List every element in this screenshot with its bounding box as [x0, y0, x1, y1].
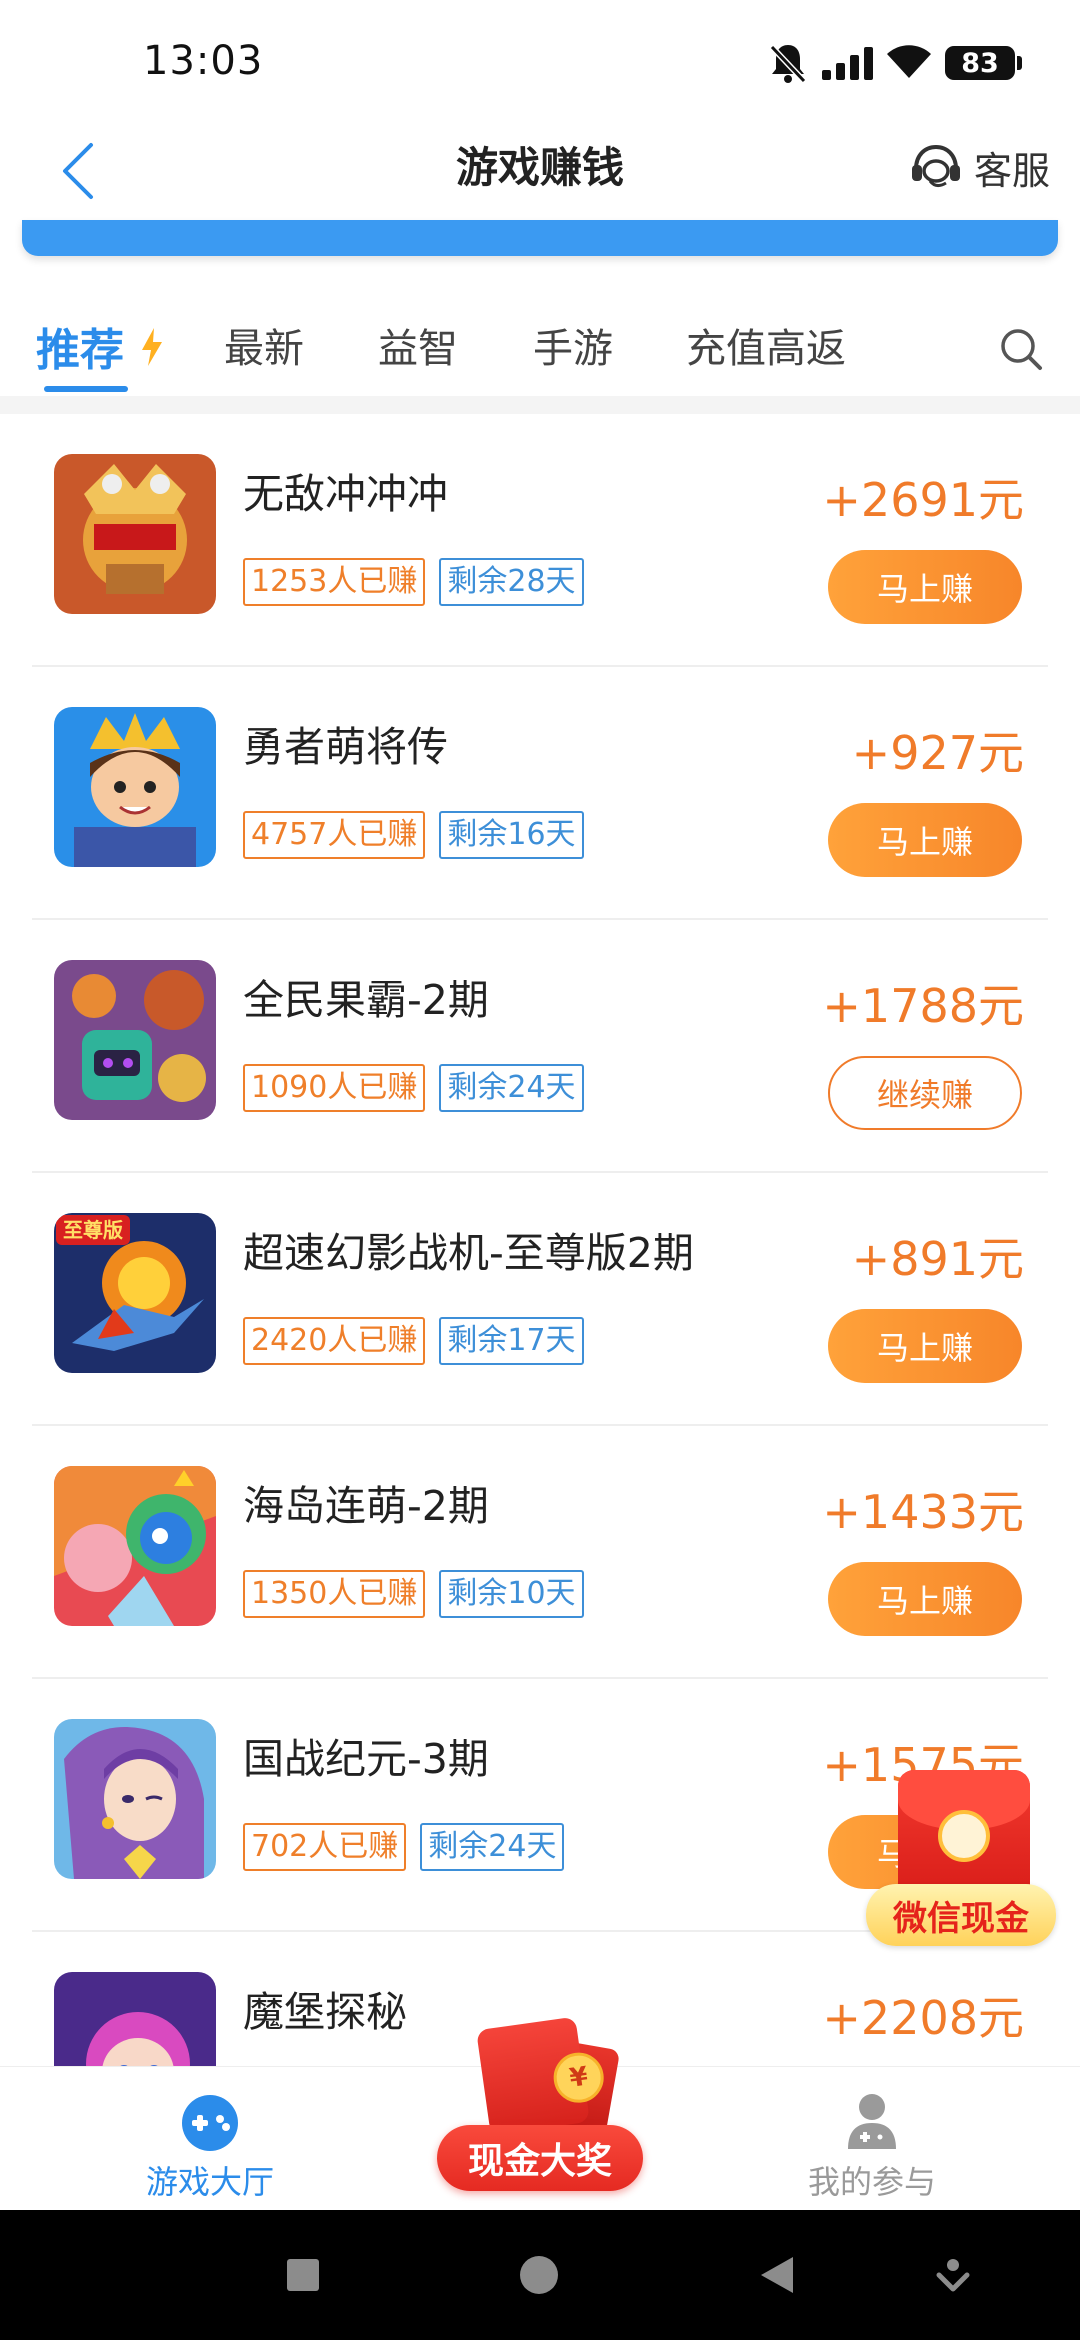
earned-count-tag: 1253人已赚: [243, 558, 426, 606]
nav-game-hall[interactable]: 游戏大厅: [80, 2067, 340, 2211]
reward-amount: +891元: [851, 1232, 1024, 1286]
game-row[interactable]: 无敌冲冲冲 1253人已赚 剩余28天 +2691元 马上赚: [0, 414, 1080, 667]
earned-count-tag: 2420人已赚: [243, 1317, 426, 1365]
remaining-days-tag: 剩余28天: [439, 558, 584, 606]
game-row[interactable]: 海岛连萌-2期 1350人已赚 剩余10天 +1433元 马上赚: [0, 1426, 1080, 1679]
circle-icon: [520, 2256, 558, 2294]
battery-icon: 83: [945, 46, 1022, 80]
remaining-days-tag: 剩余24天: [439, 1064, 584, 1112]
system-navigation-bar: [0, 2210, 1080, 2340]
game-icon-wudi: [54, 454, 216, 614]
game-tags: 1350人已赚 剩余10天: [243, 1570, 584, 1618]
search-icon: [1001, 329, 1042, 370]
battery-level: 83: [945, 46, 1015, 80]
back-nav-button[interactable]: [752, 2250, 802, 2300]
user-gamepad-icon: [848, 2094, 896, 2149]
wechat-cash-float-button[interactable]: 微信现金: [866, 1764, 1056, 1954]
reward-amount: +1788元: [822, 979, 1024, 1033]
gamepad-icon: [182, 2095, 238, 2151]
tab-recharge-rebate[interactable]: 充值高返: [686, 316, 846, 374]
game-name: 勇者萌将传: [243, 723, 448, 771]
game-tags: 1090人已赚 剩余24天: [243, 1064, 584, 1112]
red-envelope-icon: [898, 1770, 1030, 1902]
tab-mobile-games[interactable]: 手游: [533, 316, 613, 374]
bottom-nav: 游戏大厅 ¥ 现金大奖 我的参与: [0, 2016, 1080, 2211]
home-button[interactable]: [514, 2250, 564, 2300]
earn-now-button[interactable]: 马上赚: [828, 550, 1022, 624]
wechat-cash-label: 微信现金: [866, 1884, 1056, 1946]
customer-service-button[interactable]: 客服: [908, 132, 1050, 202]
game-name: 超速幻影战机-至尊版2期: [243, 1229, 694, 1277]
nav-label: 游戏大厅: [145, 2163, 274, 2201]
reward-amount: +2691元: [822, 473, 1024, 527]
continue-earning-button[interactable]: 继续赚: [828, 1056, 1022, 1130]
header: 游戏赚钱 客服: [0, 120, 1080, 220]
game-row[interactable]: 全民果霸-2期 1090人已赚 剩余24天 +1788元 继续赚: [0, 920, 1080, 1173]
remaining-days-tag: 剩余16天: [439, 811, 584, 859]
assist-button[interactable]: [928, 2250, 978, 2300]
lightning-icon: [142, 328, 162, 366]
reward-amount: +927元: [851, 726, 1024, 780]
square-icon: [287, 2259, 319, 2291]
tab-recommend[interactable]: 推荐: [36, 314, 124, 378]
headset-icon: [911, 144, 960, 188]
service-label: 客服: [973, 148, 1050, 193]
game-icon-haidao: [54, 1466, 216, 1626]
recents-button[interactable]: [278, 2250, 328, 2300]
game-name: 海岛连萌-2期: [243, 1482, 489, 1530]
game-icon-guozhan: [54, 1719, 216, 1879]
reward-amount: +1433元: [822, 1485, 1024, 1539]
game-icon-zhanji: 至尊版: [54, 1213, 216, 1373]
status-time: 13:03: [143, 38, 264, 84]
earned-count-tag: 1090人已赚: [243, 1064, 426, 1112]
red-envelope-icon: ¥: [476, 2016, 607, 2136]
wifi-icon: [887, 44, 931, 82]
top-banner[interactable]: [22, 220, 1058, 256]
game-name: 无敌冲冲冲: [243, 470, 448, 518]
nav-label: 现金大奖: [437, 2125, 643, 2191]
game-name: 全民果霸-2期: [243, 976, 489, 1024]
nav-my-participation[interactable]: 我的参与: [742, 2067, 1002, 2211]
triangle-back-icon: [761, 2257, 793, 2293]
bell-off-icon: [768, 41, 808, 85]
tab-puzzle[interactable]: 益智: [378, 316, 458, 374]
game-row[interactable]: 勇者萌将传 4757人已赚 剩余16天 +927元 马上赚: [0, 667, 1080, 920]
section-divider: [0, 396, 1080, 414]
game-tags: 702人已赚 剩余24天: [243, 1823, 565, 1871]
signal-icon: [822, 46, 873, 80]
tab-latest[interactable]: 最新: [224, 316, 304, 374]
active-tab-indicator: [44, 386, 128, 392]
icon-badge: 至尊版: [63, 1218, 123, 1242]
game-tags: 2420人已赚 剩余17天: [243, 1317, 584, 1365]
status-icons: 83: [768, 38, 1022, 88]
category-tabs: 推荐 最新 益智 手游 充值高返: [0, 300, 1080, 400]
earned-count-tag: 702人已赚: [243, 1823, 407, 1871]
game-icon-guoba: [54, 960, 216, 1120]
game-name: 国战纪元-3期: [243, 1735, 489, 1783]
nav-cash-prize[interactable]: ¥ 现金大奖: [435, 2016, 645, 2213]
earned-count-tag: 4757人已赚: [243, 811, 426, 859]
remaining-days-tag: 剩余10天: [439, 1570, 584, 1618]
earn-now-button[interactable]: 马上赚: [828, 1309, 1022, 1383]
game-name: 魔堡探秘: [243, 1988, 407, 2036]
game-icon-yongzhe: [54, 707, 216, 867]
game-row[interactable]: 至尊版 超速幻影战机-至尊版2期 2420人已赚 剩余17天 +891元 马上赚: [0, 1173, 1080, 1426]
game-tags: 4757人已赚 剩余16天: [243, 811, 584, 859]
remaining-days-tag: 剩余17天: [439, 1317, 584, 1365]
down-arrow-icon: [936, 2259, 970, 2292]
remaining-days-tag: 剩余24天: [420, 1823, 565, 1871]
search-button[interactable]: [992, 320, 1052, 380]
nav-label: 我的参与: [807, 2163, 936, 2201]
earn-now-button[interactable]: 马上赚: [828, 1562, 1022, 1636]
reward-amount: +2208元: [822, 1991, 1024, 2045]
status-bar: 13:03 83: [0, 0, 1080, 120]
earn-now-button[interactable]: 马上赚: [828, 803, 1022, 877]
earned-count-tag: 1350人已赚: [243, 1570, 426, 1618]
game-tags: 1253人已赚 剩余28天: [243, 558, 584, 606]
